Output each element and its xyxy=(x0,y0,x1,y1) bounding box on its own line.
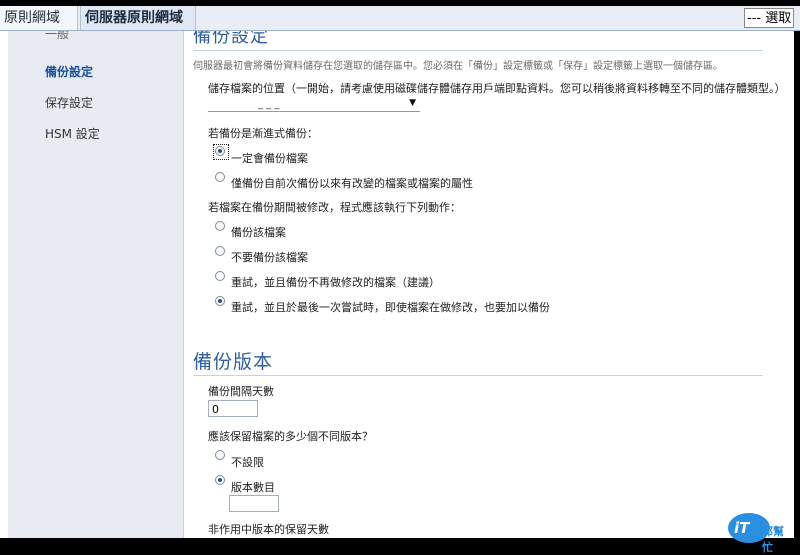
modified-label: 若檔案在備份期間被修改，程式應該執行下列動作： xyxy=(208,201,461,214)
storage-location-dropdown[interactable]: _ _ _ ▼ xyxy=(208,97,420,112)
logo-caption: 邦幫忙 xyxy=(762,525,784,554)
bottom-border xyxy=(0,538,800,547)
tab-label: 原則網域 xyxy=(4,10,60,26)
radio-retry-unmodified[interactable] xyxy=(215,271,225,281)
version-count-input[interactable] xyxy=(229,495,279,512)
chevron-down-icon: ▼ xyxy=(409,98,416,108)
divider xyxy=(193,50,763,51)
storage-location-label: 儲存檔案的位置（一開始，請考慮使用磁碟儲存體儲存用戶端即點資料。您可以稍後將資料… xyxy=(208,82,786,95)
interval-label: 備份間隔天數 xyxy=(208,385,274,398)
option-label: 備份該檔案 xyxy=(231,226,286,239)
radio-skip-file[interactable] xyxy=(215,246,225,256)
interval-input[interactable]: 0 xyxy=(208,400,258,417)
radio-unlimited[interactable] xyxy=(215,450,225,460)
option-label: 不要備份該檔案 xyxy=(231,251,308,264)
right-border xyxy=(794,31,800,538)
radio-always-backup[interactable] xyxy=(215,146,225,156)
option-label: 版本數目 xyxy=(231,481,275,494)
option-label: 不設限 xyxy=(231,456,264,469)
logo-text: iT xyxy=(734,519,750,537)
section-heading-versions: 備份版本 xyxy=(193,351,274,373)
option-label: 重試，並且備份不再做修改的檔案（建議） xyxy=(231,276,440,289)
tab-server-policy-domain[interactable]: 伺服器原則網域× xyxy=(80,6,196,49)
option-label: 僅備份自前次備份以來有改變的檔案或檔案的屬性 xyxy=(231,177,473,190)
content-area: 一般 備份設定 保存設定 HSM 設定 備份設定 伺服器最初會將備份資料儲存在您… xyxy=(0,31,794,538)
sidebar-item-archive[interactable]: 保存設定 xyxy=(45,94,93,111)
versions-label: 應該保留檔案的多少個不同版本？ xyxy=(208,430,373,443)
sidebar-item-hsm[interactable]: HSM 設定 xyxy=(45,125,100,142)
sidebar-item-backup[interactable]: 備份設定 xyxy=(45,63,93,80)
top-select[interactable]: --- 選取 xyxy=(744,8,794,28)
radio-changed-only[interactable] xyxy=(215,172,225,182)
radio-retry-force[interactable] xyxy=(215,296,225,306)
tab-policy-domain[interactable]: 原則網域× xyxy=(0,6,78,49)
radio-backup-file[interactable] xyxy=(215,221,225,231)
option-label: 一定會備份檔案 xyxy=(231,152,308,165)
inactive-days-label: 非作用中版本的保留天數 xyxy=(208,523,329,536)
section-heading-backup: 備份設定 xyxy=(193,31,269,47)
window-frame: 原則網域× 伺服器原則網域× --- 選取 一般 備份設定 保存設定 HSM 設… xyxy=(0,0,800,554)
sidebar-item-general[interactable]: 一般 xyxy=(45,31,69,42)
divider xyxy=(193,375,763,376)
main-panel: 備份設定 伺服器最初會將備份資料儲存在您選取的儲存區中。您必須在「備份」設定標籤… xyxy=(183,31,794,538)
watermark-logo: iT 邦幫忙 xyxy=(728,513,794,554)
tab-bar: 原則網域× 伺服器原則網域× --- 選取 xyxy=(0,6,800,49)
option-label: 重試，並且於最後一次嘗試時，即使檔案在做修改，也要加以備份 xyxy=(231,301,550,314)
incremental-label: 若備份是漸進式備份： xyxy=(208,127,318,140)
dropdown-value: _ _ _ xyxy=(258,99,280,110)
sidebar: 一般 備份設定 保存設定 HSM 設定 xyxy=(8,31,184,538)
backup-description: 伺服器最初會將備份資料儲存在您選取的儲存區中。您必須在「備份」設定標籤或「保存」… xyxy=(193,61,723,72)
tab-label: 伺服器原則網域 xyxy=(85,10,183,26)
radio-version-count[interactable] xyxy=(215,475,225,485)
